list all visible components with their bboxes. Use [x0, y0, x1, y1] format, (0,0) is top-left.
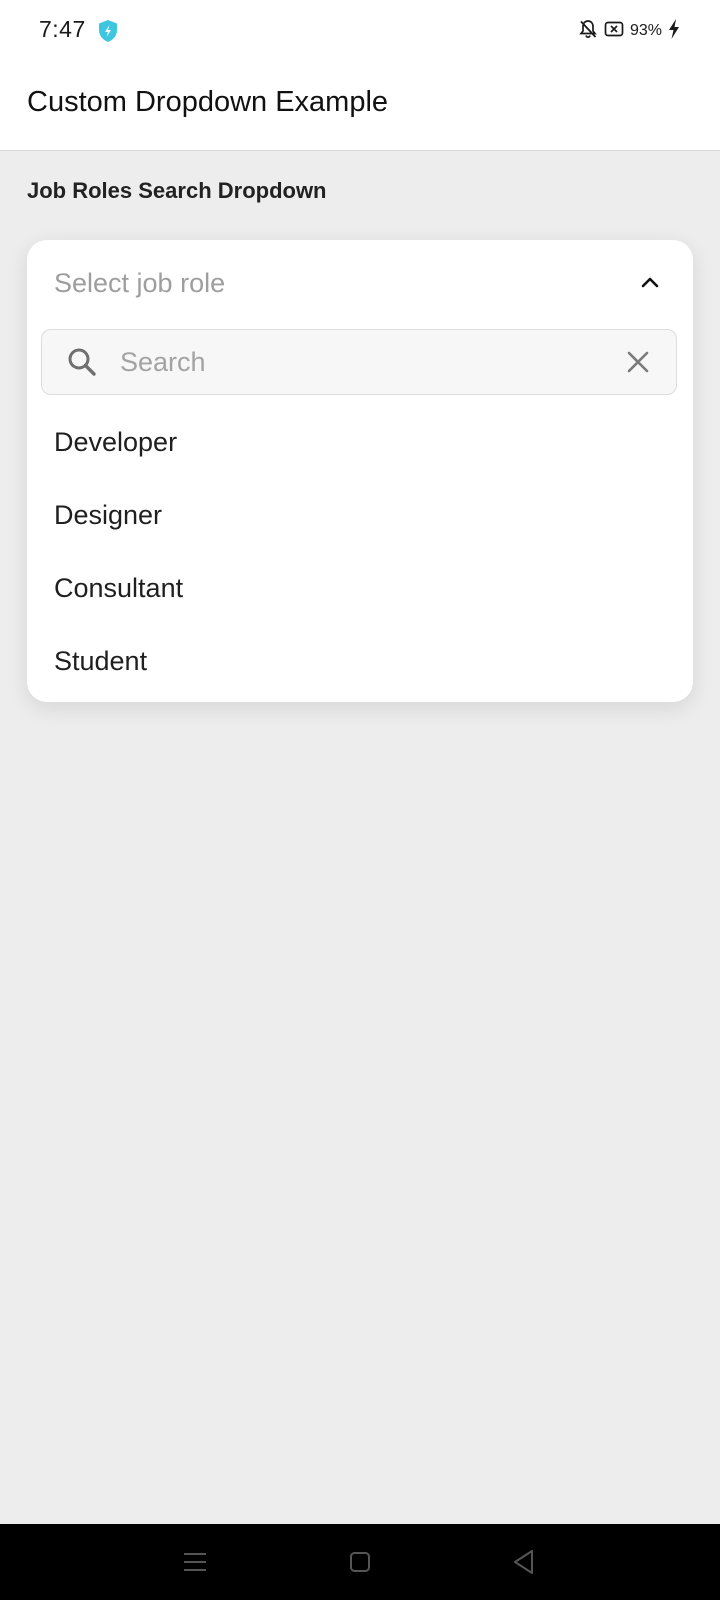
menu-icon[interactable] — [181, 1548, 209, 1576]
bell-off-icon — [578, 19, 598, 44]
system-nav-bar — [0, 1524, 720, 1600]
page-title: Custom Dropdown Example — [27, 86, 389, 118]
dropdown-toggle[interactable]: Select job role — [27, 240, 693, 326]
options-list: Developer Designer Consultant Student — [27, 406, 693, 698]
home-icon[interactable] — [346, 1548, 374, 1576]
close-icon[interactable] — [626, 350, 650, 374]
chevron-up-icon — [639, 271, 661, 293]
option-developer[interactable]: Developer — [27, 406, 693, 479]
search-input[interactable] — [120, 340, 590, 384]
search-box — [41, 329, 677, 395]
option-student[interactable]: Student — [27, 625, 693, 698]
back-icon[interactable] — [510, 1548, 538, 1576]
option-designer[interactable]: Designer — [27, 479, 693, 552]
status-indicators: 93% — [578, 18, 680, 44]
status-bar: 7:47 93% — [0, 0, 720, 62]
shield-bolt-icon — [97, 19, 119, 43]
job-role-dropdown: Select job role Developer Designer Consu… — [27, 240, 693, 702]
search-icon — [66, 346, 98, 378]
battery-percent: 93% — [629, 22, 662, 39]
charging-bolt-icon — [668, 18, 680, 44]
app-bar: Custom Dropdown Example — [0, 62, 720, 151]
option-consultant[interactable]: Consultant — [27, 552, 693, 625]
battery-saver-icon — [604, 20, 624, 43]
status-time: 7:47 — [39, 16, 86, 42]
dropdown-placeholder: Select job role — [54, 268, 226, 298]
section-label: Job Roles Search Dropdown — [27, 178, 327, 203]
